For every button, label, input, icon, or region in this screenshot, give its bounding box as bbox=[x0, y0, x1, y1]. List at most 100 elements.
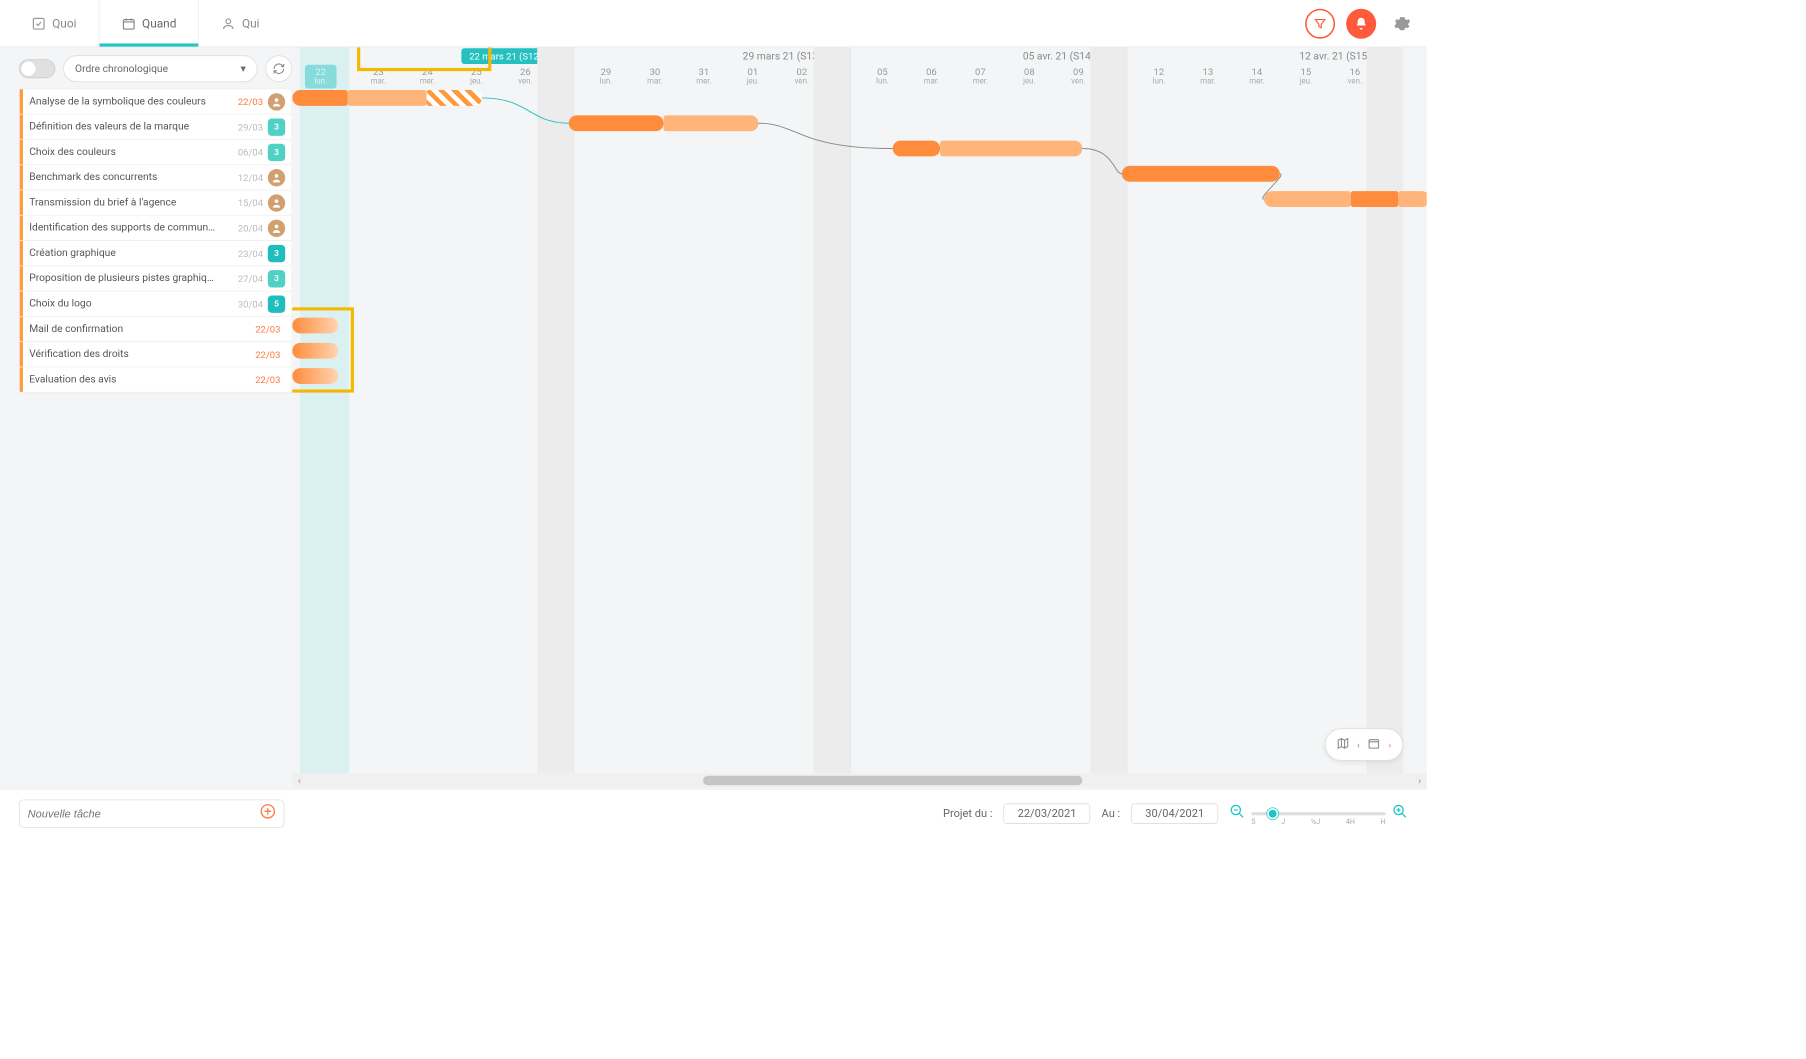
scroll-right-icon[interactable]: › bbox=[1413, 773, 1427, 787]
grid-line bbox=[1127, 47, 1128, 773]
task-count-badge: 3 bbox=[268, 118, 285, 135]
weekend-column bbox=[1090, 47, 1126, 773]
gantt-grid: ‹ › bbox=[292, 88, 1426, 773]
task-name: Analyse de la symbolique des couleurs bbox=[23, 96, 228, 108]
task-row[interactable]: Proposition de plusieurs pistes graphiq…… bbox=[20, 266, 292, 291]
gantt-bar[interactable] bbox=[893, 141, 940, 157]
task-name: Evaluation des avis bbox=[23, 374, 246, 386]
task-date: 29/03 bbox=[228, 121, 267, 132]
task-date: 27/04 bbox=[228, 273, 267, 284]
task-row[interactable]: Transmission du brief à l'agence15/04 bbox=[20, 190, 292, 215]
project-to-label: Au : bbox=[1102, 807, 1121, 820]
sort-label: Ordre chronologique bbox=[75, 63, 168, 75]
notifications-button[interactable] bbox=[1346, 8, 1376, 38]
task-date: 30/04 bbox=[228, 298, 267, 309]
day-label: 06mar. bbox=[907, 65, 956, 87]
sidebar: Ordre chronologique ▾ Analyse de la symb… bbox=[0, 47, 292, 789]
gantt-chart[interactable]: 22 mars 21 (S12)29 mars 21 (S13)05 avr. … bbox=[292, 47, 1426, 789]
assignee-avatar bbox=[268, 93, 285, 110]
gantt-bar[interactable] bbox=[569, 115, 664, 131]
task-row[interactable]: Vérification des droits22/03 bbox=[20, 342, 292, 367]
task-name: Identification des supports de commun… bbox=[23, 222, 228, 234]
horizontal-scrollbar[interactable]: ‹ › bbox=[292, 773, 1426, 787]
dependency-lines bbox=[292, 88, 1426, 773]
day-label: 08jeu. bbox=[1005, 65, 1054, 87]
timeline-nav-pill: ‹ › bbox=[1325, 728, 1403, 760]
main-tabs: Quoi Quand Qui bbox=[9, 0, 281, 47]
zoom-in-icon[interactable] bbox=[1392, 803, 1408, 823]
task-date: 22/03 bbox=[246, 324, 286, 335]
add-task-icon[interactable] bbox=[260, 803, 276, 823]
gantt-bar[interactable] bbox=[292, 368, 338, 384]
footer: Projet du : 22/03/2021 Au : 30/04/2021 S… bbox=[0, 789, 1427, 836]
sidebar-controls: Ordre chronologique ▾ bbox=[19, 55, 292, 88]
new-task-input[interactable] bbox=[28, 807, 254, 820]
person-icon bbox=[221, 16, 235, 30]
gantt-bar[interactable] bbox=[1264, 191, 1351, 207]
gantt-bar[interactable] bbox=[292, 90, 347, 106]
next-icon[interactable]: › bbox=[1387, 737, 1393, 751]
task-row[interactable]: Choix du logo30/045 bbox=[20, 292, 292, 317]
gantt-bar[interactable] bbox=[292, 318, 338, 334]
assignee-avatar bbox=[268, 169, 285, 186]
prev-icon[interactable]: ‹ bbox=[1355, 737, 1361, 751]
zoom-slider[interactable]: SJ½J4HH bbox=[1251, 812, 1385, 815]
gantt-bar-segment[interactable] bbox=[940, 141, 1082, 157]
task-name: Mail de confirmation bbox=[23, 323, 246, 335]
task-name: Vérification des droits bbox=[23, 348, 246, 360]
map-icon[interactable] bbox=[1335, 735, 1351, 753]
task-row[interactable]: Choix des couleurs06/043 bbox=[20, 140, 292, 165]
zoom-control: SJ½J4HH bbox=[1229, 803, 1408, 823]
tab-quoi[interactable]: Quoi bbox=[9, 0, 98, 47]
gantt-bar-segment[interactable] bbox=[1351, 191, 1398, 207]
task-name: Proposition de plusieurs pistes graphiq… bbox=[23, 273, 228, 285]
tab-quand[interactable]: Quand bbox=[99, 0, 200, 47]
task-count-badge: 3 bbox=[268, 270, 285, 287]
task-name: Choix des couleurs bbox=[23, 146, 228, 158]
sort-dropdown[interactable]: Ordre chronologique ▾ bbox=[63, 55, 257, 82]
task-row[interactable]: Analyse de la symbolique des couleurs22/… bbox=[20, 89, 292, 114]
task-name: Benchmark des concurrents bbox=[23, 171, 228, 183]
task-row[interactable]: Création graphique23/043 bbox=[20, 241, 292, 266]
task-list: Analyse de la symbolique des couleurs22/… bbox=[19, 88, 292, 393]
scroll-left-icon[interactable]: ‹ bbox=[292, 773, 306, 787]
calendar-icon bbox=[121, 16, 135, 30]
gantt-bar-segment[interactable] bbox=[427, 90, 482, 106]
project-end-date[interactable]: 30/04/2021 bbox=[1131, 803, 1218, 824]
task-row[interactable]: Evaluation des avis22/03 bbox=[20, 367, 292, 392]
view-toggle[interactable] bbox=[19, 59, 55, 78]
week-label: 29 mars 21 (S13) bbox=[644, 47, 921, 64]
filter-button[interactable] bbox=[1305, 8, 1335, 38]
week-label: 05 avr. 21 (S14) bbox=[920, 47, 1196, 64]
task-name: Création graphique bbox=[23, 247, 228, 259]
date-header: 22 mars 21 (S12)29 mars 21 (S13)05 avr. … bbox=[292, 47, 1426, 88]
settings-button[interactable] bbox=[1387, 8, 1417, 38]
gantt-bar[interactable] bbox=[1122, 166, 1280, 182]
calendar-today-icon[interactable] bbox=[1366, 735, 1382, 753]
task-row[interactable]: Définition des valeurs de la marque29/03… bbox=[20, 115, 292, 140]
task-row[interactable]: Identification des supports de commun…20… bbox=[20, 216, 292, 241]
zoom-out-icon[interactable] bbox=[1229, 803, 1245, 823]
tab-qui[interactable]: Qui bbox=[199, 0, 281, 47]
assignee-avatar bbox=[268, 219, 285, 236]
project-start-date[interactable]: 22/03/2021 bbox=[1004, 803, 1091, 824]
weekend-column bbox=[1367, 47, 1403, 773]
weekend-column bbox=[814, 47, 850, 773]
today-column bbox=[300, 47, 349, 773]
week-highlight-border bbox=[357, 47, 491, 71]
tab-label: Quoi bbox=[52, 16, 76, 30]
scrollbar-thumb[interactable] bbox=[703, 776, 1082, 785]
weekend-column bbox=[537, 47, 573, 773]
top-right-actions bbox=[1305, 8, 1417, 38]
task-row[interactable]: Mail de confirmation22/03 bbox=[20, 317, 292, 342]
gantt-bar-segment[interactable] bbox=[664, 115, 759, 131]
task-date: 22/03 bbox=[246, 374, 286, 385]
task-row[interactable]: Benchmark des concurrents12/04 bbox=[20, 165, 292, 190]
new-task-input-wrap bbox=[19, 799, 284, 827]
gantt-bar[interactable] bbox=[292, 343, 338, 359]
gantt-bar-segment[interactable] bbox=[1398, 191, 1426, 207]
gantt-bar-segment[interactable] bbox=[348, 90, 427, 106]
refresh-button[interactable] bbox=[265, 55, 292, 82]
task-date: 22/03 bbox=[228, 96, 267, 107]
zoom-labels: SJ½J4HH bbox=[1251, 818, 1385, 826]
